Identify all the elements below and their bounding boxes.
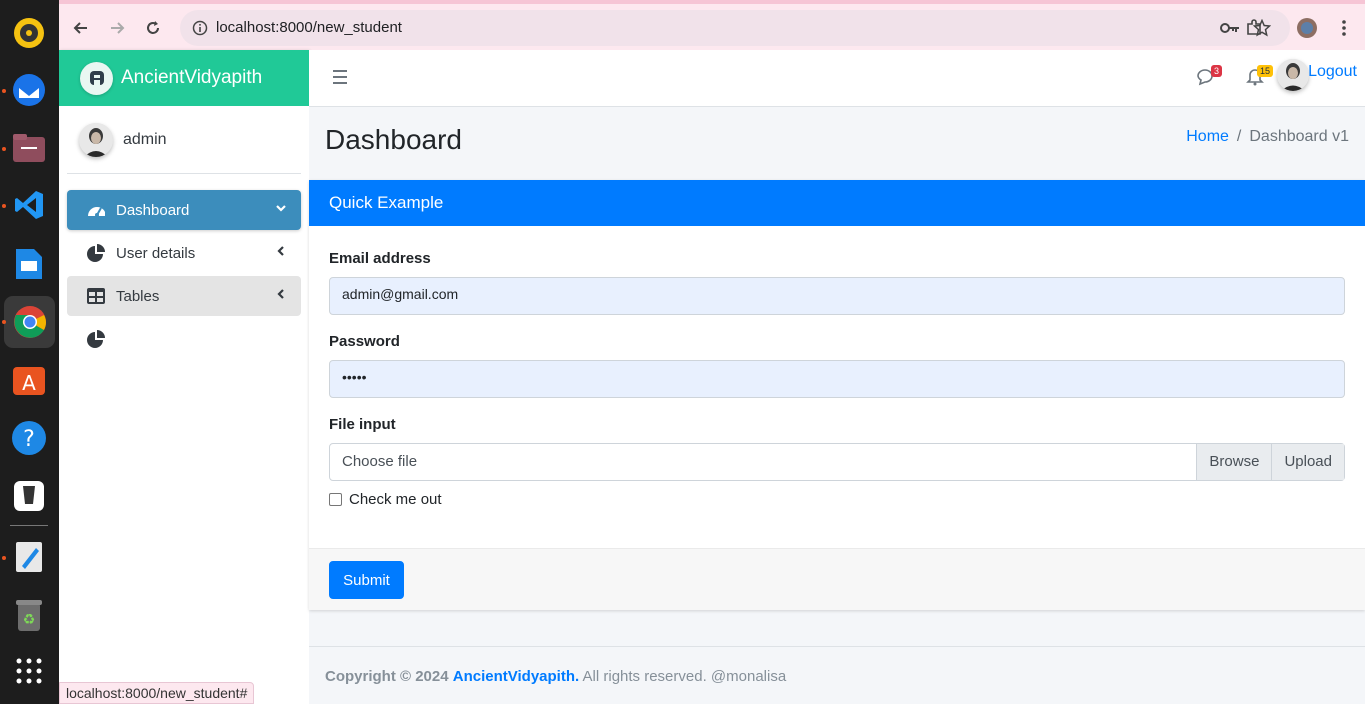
profile-avatar-button[interactable] — [1294, 15, 1320, 41]
thunderbird-icon[interactable] — [9, 70, 49, 110]
file-input[interactable]: Choose file — [330, 444, 1196, 480]
forward-arrow-icon — [111, 22, 125, 34]
chevron-left-icon — [275, 245, 287, 260]
main-footer: Copyright © 2024 AncientVidyapith. All r… — [309, 646, 1365, 704]
libreoffice-impress-icon[interactable] — [9, 244, 49, 284]
running-indicator — [2, 320, 6, 324]
breadcrumb: Home / Dashboard v1 — [1186, 128, 1349, 146]
brand-logo-icon — [80, 61, 113, 95]
logout-link[interactable]: Logout — [1308, 63, 1357, 81]
back-button[interactable] — [68, 15, 94, 41]
card-title: Quick Example — [309, 180, 1365, 226]
browser-toolbar: localhost:8000/new_student — [59, 0, 1365, 50]
page-title: Dashboard — [325, 124, 462, 155]
sidebar-nav: Dashboard User details Tables — [59, 190, 309, 359]
trash-icon[interactable]: ♻ — [9, 595, 49, 635]
upload-button[interactable]: Upload — [1271, 444, 1344, 480]
hamburger-menu-icon[interactable] — [333, 70, 347, 88]
password-field[interactable]: ••••• — [329, 360, 1345, 398]
browse-button[interactable]: Browse — [1196, 444, 1272, 480]
status-bar-url: localhost:8000/new_student# — [59, 682, 255, 704]
running-indicator — [2, 204, 6, 208]
footer-brand-link[interactable]: AncientVidyapith. — [453, 668, 579, 685]
user-panel: admin — [67, 106, 301, 174]
running-indicator — [2, 147, 6, 151]
sidebar-item-tables[interactable]: Tables — [67, 276, 301, 316]
user-name[interactable]: admin — [123, 131, 167, 149]
rights-text: All rights reserved. @monalisa — [582, 668, 787, 685]
card-body: Email address admin@gmail.com Password •… — [309, 226, 1365, 524]
profile-avatar-icon — [1297, 18, 1317, 38]
text-editor-icon[interactable] — [9, 537, 49, 577]
tachometer-icon — [87, 201, 105, 219]
vscode-icon[interactable] — [9, 185, 49, 225]
notifications-badge: 15 — [1257, 65, 1274, 77]
reload-icon — [147, 21, 159, 34]
file-input-label: File input — [329, 416, 396, 433]
site-info-icon[interactable] — [190, 18, 210, 38]
running-indicator — [2, 556, 6, 560]
brand-text: AncientVidyapith — [121, 67, 263, 88]
breadcrumb-separator: / — [1236, 128, 1242, 145]
email-label: Email address — [329, 250, 431, 267]
sidebar-item-untitled[interactable] — [67, 319, 301, 359]
avatar[interactable] — [1277, 59, 1309, 91]
card-footer: Submit — [309, 548, 1365, 610]
help-icon[interactable]: ? — [9, 418, 49, 458]
breadcrumb-current: Dashboard v1 — [1249, 128, 1349, 145]
chrome-icon[interactable] — [4, 296, 55, 348]
dock-separator — [10, 525, 48, 526]
email-field[interactable]: admin@gmail.com — [329, 277, 1345, 315]
file-input-group: Choose file Browse Upload — [329, 443, 1345, 481]
app-center-icon[interactable]: A — [9, 360, 49, 400]
messages-button[interactable]: 3 — [1196, 65, 1223, 90]
notifications-button[interactable]: 15 — [1246, 65, 1274, 90]
inkscape-icon[interactable] — [9, 476, 49, 516]
pie-chart-icon — [87, 244, 105, 262]
pie-chart-icon — [87, 330, 105, 348]
reload-button[interactable] — [140, 15, 166, 41]
password-label: Password — [329, 333, 400, 350]
svg-text:♻: ♻ — [23, 611, 36, 627]
main-sidebar: AncientVidyapith admin Dashboard User de… — [59, 50, 309, 704]
messages-badge: 3 — [1211, 65, 1223, 77]
svg-text:?: ? — [23, 427, 35, 452]
breadcrumb-home-link[interactable]: Home — [1186, 128, 1229, 145]
brand-link[interactable]: AncientVidyapith — [59, 50, 309, 106]
sidebar-item-dashboard[interactable]: Dashboard — [67, 190, 301, 230]
content-wrapper: Dashboard Home / Dashboard v1 Quick Exampl… — [309, 107, 1365, 704]
quick-example-card: Quick Example Email address admin@gmail.… — [309, 180, 1365, 610]
top-navbar: 3 15 Logout — [309, 50, 1365, 107]
svg-text:A: A — [22, 371, 36, 395]
copyright-text: Copyright © 2024 — [325, 668, 449, 685]
submit-button[interactable]: Submit — [329, 561, 404, 599]
sidebar-item-user-details[interactable]: User details — [67, 233, 301, 273]
table-icon — [87, 287, 105, 305]
chevron-left-icon — [275, 288, 287, 303]
sidebar-item-label: Dashboard — [116, 201, 190, 219]
sidebar-item-label: User details — [116, 244, 196, 262]
sidebar-item-label: Tables — [116, 287, 160, 305]
forward-button[interactable] — [104, 15, 130, 41]
rhythmbox-icon[interactable] — [9, 13, 49, 53]
avatar[interactable] — [79, 122, 113, 157]
password-key-icon[interactable] — [1220, 18, 1240, 38]
back-arrow-icon — [73, 22, 87, 34]
files-icon[interactable] — [9, 128, 49, 168]
os-dock: A ? ♻ — [0, 0, 59, 704]
url-text[interactable]: localhost:8000/new_student — [216, 19, 402, 36]
puzzle-icon — [1247, 19, 1261, 35]
check-me-out-checkbox[interactable] — [329, 493, 342, 506]
browser-menu-button[interactable] — [1331, 15, 1357, 41]
kebab-menu-icon — [1342, 20, 1346, 36]
check-me-out-label[interactable]: Check me out — [349, 491, 442, 508]
chevron-down-icon — [275, 202, 287, 217]
check-me-out-row: Check me out — [329, 491, 1345, 508]
app-grid-icon[interactable] — [9, 651, 49, 691]
address-bar[interactable]: localhost:8000/new_student — [180, 10, 1290, 46]
running-indicator — [2, 89, 6, 93]
extensions-button[interactable] — [1241, 15, 1267, 41]
